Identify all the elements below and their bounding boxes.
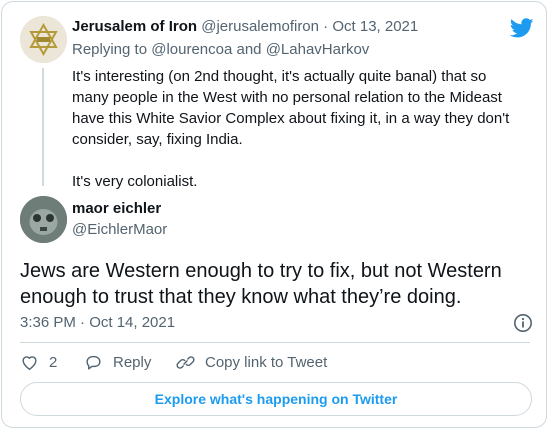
parent-tweet-date[interactable]: Oct 13, 2021 bbox=[332, 18, 418, 35]
like-button[interactable]: 2 bbox=[20, 353, 57, 372]
reply-bubble-icon bbox=[86, 355, 101, 370]
reply-label: Reply bbox=[113, 354, 152, 371]
main-author-handle[interactable]: @EichlerMaor bbox=[72, 221, 167, 238]
explore-twitter-button[interactable]: Explore what's happening on Twitter bbox=[20, 382, 532, 416]
copy-link-label: Copy link to Tweet bbox=[205, 354, 328, 371]
parent-author-avatar[interactable] bbox=[20, 16, 67, 63]
replying-mention-2[interactable]: @LahavHarkov bbox=[266, 41, 370, 58]
link-icon bbox=[176, 356, 195, 369]
parent-author-name[interactable]: Jerusalem of Iron bbox=[72, 18, 197, 35]
main-author-avatar[interactable] bbox=[20, 196, 67, 243]
replying-mention-1[interactable]: @lourencoa bbox=[151, 41, 232, 58]
main-author-name[interactable]: maor eichler bbox=[72, 200, 161, 217]
main-tweet-timestamp[interactable]: 3:36 PM · Oct 14, 2021 bbox=[20, 314, 175, 331]
copy-link-button[interactable]: Copy link to Tweet bbox=[176, 353, 327, 372]
parent-author-line: Jerusalem of Iron @jerusalemofiron · Oct… bbox=[72, 18, 418, 35]
replying-prefix: Replying to bbox=[72, 41, 148, 58]
thread-connector-line bbox=[42, 68, 44, 186]
reply-button[interactable]: Reply bbox=[84, 353, 151, 372]
parent-tweet-paragraph-2: It's very colonialist. bbox=[72, 173, 198, 190]
replying-to-line: Replying to @lourencoa and @LahavHarkov bbox=[72, 41, 369, 58]
replying-and: and bbox=[236, 41, 262, 58]
parent-tweet-paragraph-1: It's interesting (on 2nd thought, it's a… bbox=[72, 68, 510, 148]
actions-divider bbox=[20, 342, 530, 343]
main-tweet-text: Jews are Western enough to try to fix, b… bbox=[20, 260, 502, 308]
dot-separator: · bbox=[323, 18, 329, 35]
like-count: 2 bbox=[49, 354, 58, 371]
heart-icon bbox=[22, 356, 37, 370]
info-icon[interactable] bbox=[513, 313, 533, 333]
twitter-bird-icon[interactable] bbox=[509, 16, 534, 40]
tweet-embed-card: Jerusalem of Iron @jerusalemofiron · Oct… bbox=[1, 1, 547, 428]
parent-tweet-text: It's interesting (on 2nd thought, it's a… bbox=[72, 66, 522, 192]
parent-author-handle[interactable]: @jerusalemofiron bbox=[201, 18, 319, 35]
